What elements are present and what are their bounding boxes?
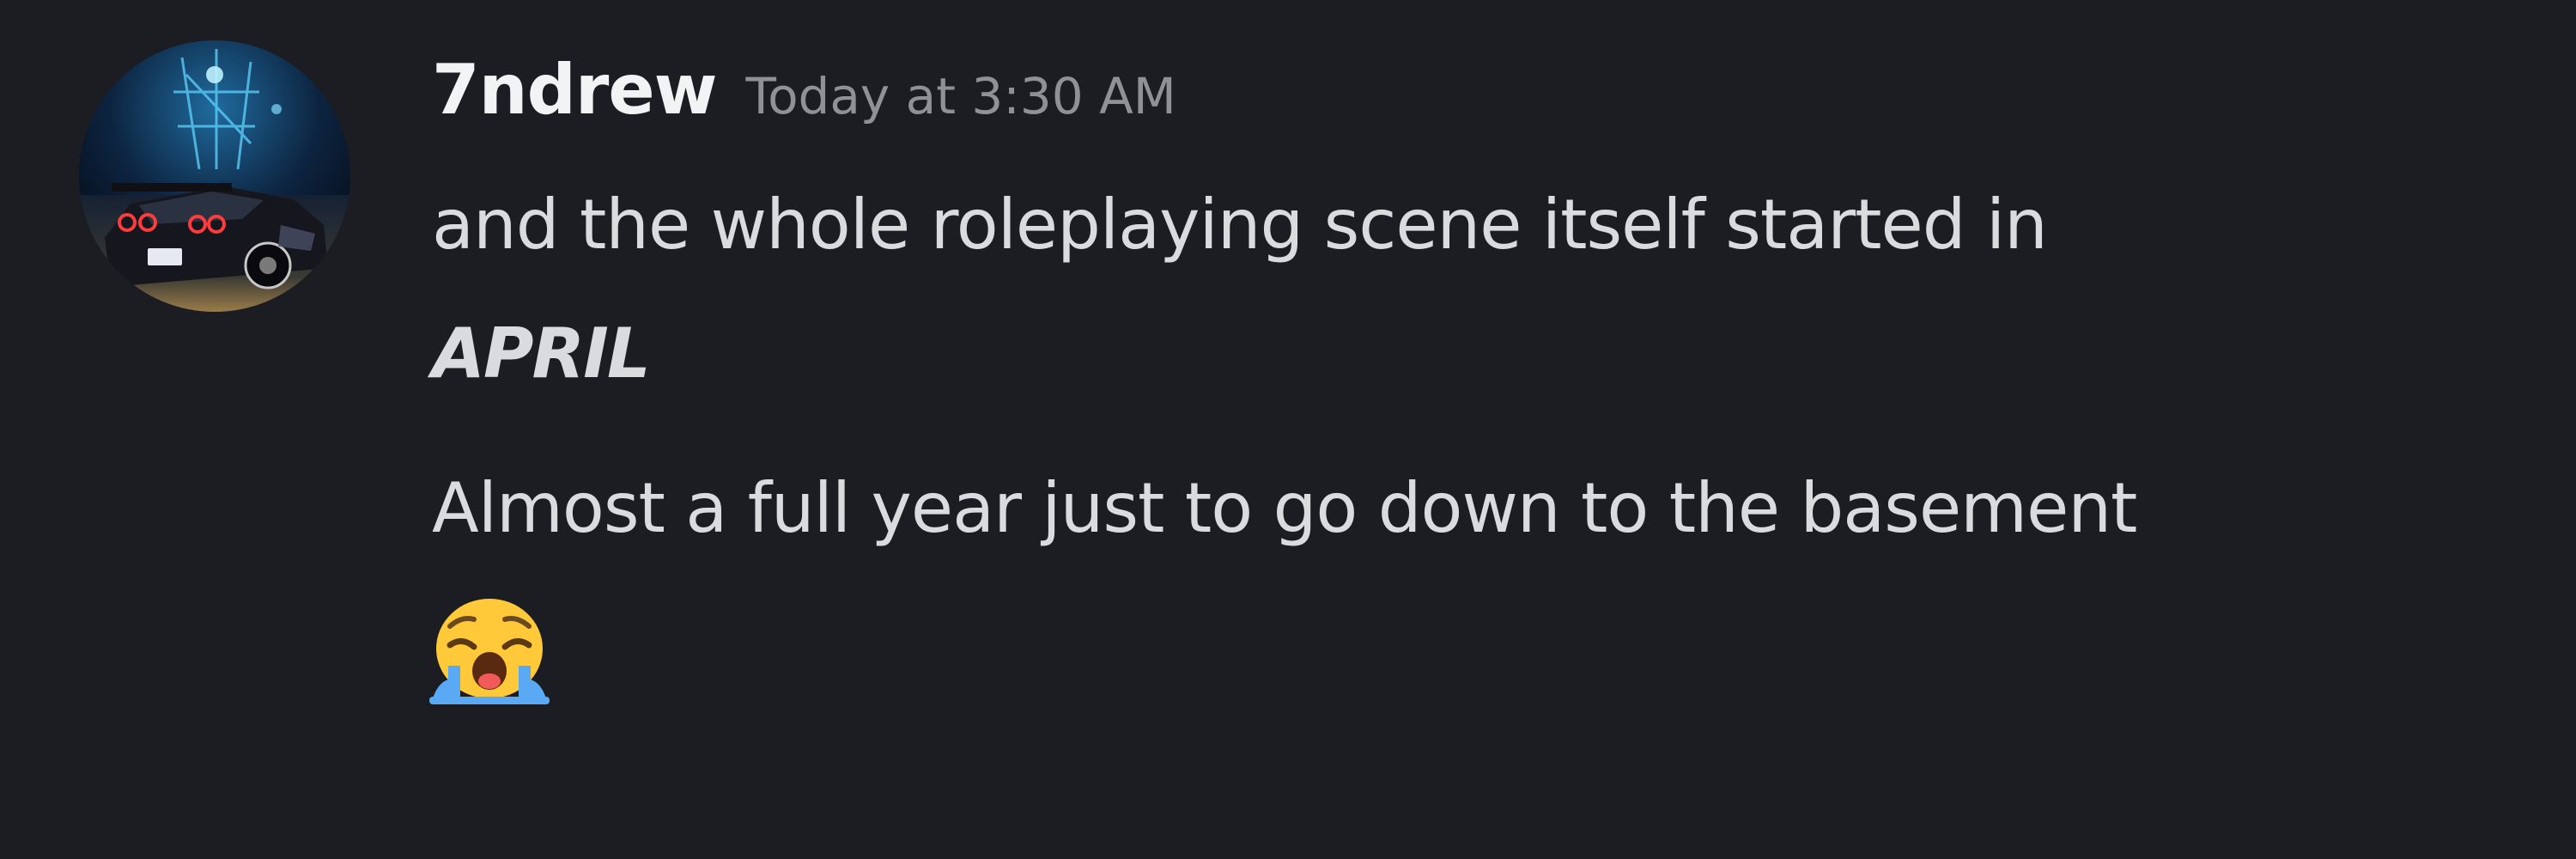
message-timestamp: Today at 3:30 AM xyxy=(745,67,1176,125)
message-text-emphasis: APRIL xyxy=(432,314,651,393)
avatar[interactable] xyxy=(79,40,350,312)
message-text-line: Almost a full year just to go down to th… xyxy=(432,468,2137,548)
loudly-crying-face-icon[interactable] xyxy=(429,597,550,704)
message-header: 7ndrew Today at 3:30 AM xyxy=(432,50,1176,170)
message-text-line: and the whole roleplaying scene itself s… xyxy=(432,185,2048,265)
avatar-car-image xyxy=(79,40,350,312)
chat-message: 7ndrew Today at 3:30 AM and the whole rol… xyxy=(0,0,2576,859)
author-name[interactable]: 7ndrew xyxy=(432,50,717,130)
